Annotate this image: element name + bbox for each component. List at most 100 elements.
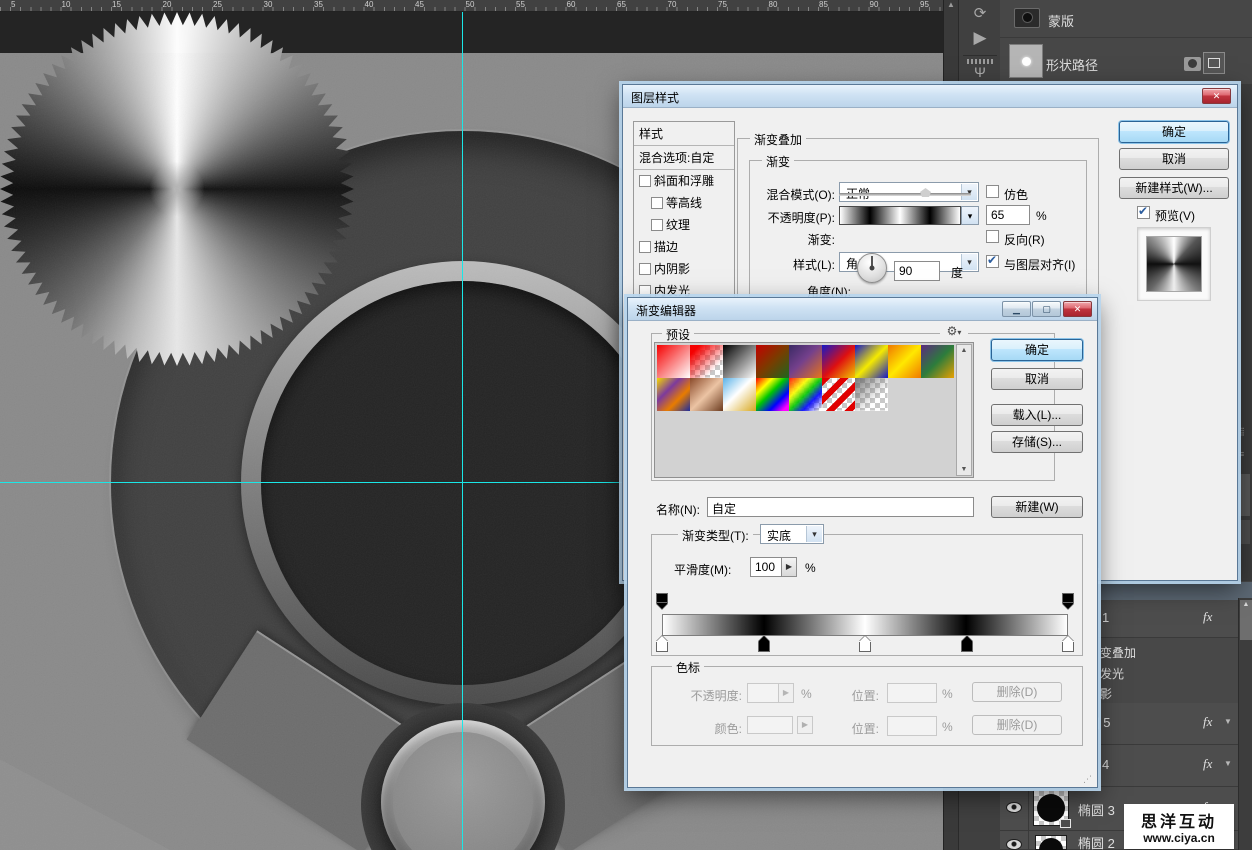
color-stop[interactable] <box>859 636 871 652</box>
gradient-preset-violet-orange[interactable] <box>789 345 822 378</box>
fx-badge[interactable]: fx <box>1203 714 1212 730</box>
reverse-checkbox[interactable] <box>986 230 999 243</box>
color-stop[interactable] <box>758 636 770 652</box>
menu-lines-icon[interactable]: ≡ <box>1239 450 1250 458</box>
scroll-up-icon[interactable]: ▲ <box>947 0 955 9</box>
history-panel-icon[interactable]: ⟳ <box>959 4 1001 22</box>
style-list-item[interactable]: 混合选项:自定 <box>634 146 734 170</box>
preview-checkbox[interactable] <box>1137 206 1150 219</box>
layer-thumbnail[interactable] <box>1033 790 1069 826</box>
brush-presets-icon[interactable]: Ψ <box>959 64 1001 80</box>
dots-grid-icon[interactable]: ⣿ <box>1239 428 1250 436</box>
gradient-preset-orange-yellow-orange[interactable] <box>888 345 921 378</box>
gear-icon[interactable]: ⚙▾ <box>940 323 968 339</box>
shape-path-thumbnail[interactable] <box>1009 44 1043 78</box>
ruler-number: 60 <box>567 0 576 9</box>
fx-badge[interactable]: fx <box>1203 756 1212 772</box>
save-button[interactable]: 存储(S)... <box>991 431 1083 453</box>
ruler-number: 90 <box>870 0 879 9</box>
new-button[interactable]: 新建(W) <box>991 496 1083 518</box>
resize-grip-icon[interactable]: ⋰ <box>1083 774 1093 785</box>
gradient-preset-chrome[interactable] <box>723 378 756 411</box>
gradient-preset-yellow-violet-orange-blue[interactable] <box>657 378 690 411</box>
add-pixel-mask-icon[interactable] <box>1184 57 1201 71</box>
edge-scroll-thumb[interactable] <box>1239 474 1250 516</box>
gradient-preset-red-white[interactable] <box>657 345 690 378</box>
gradient-preset-red-transparent[interactable] <box>690 345 723 378</box>
color-stop[interactable] <box>1062 636 1074 652</box>
masks-panel-tab[interactable]: 蒙版 <box>1048 11 1074 30</box>
ok-button[interactable]: 确定 <box>1119 121 1229 143</box>
opacity-stop[interactable] <box>656 593 668 609</box>
smoothness-label: 平滑度(M): <box>674 561 731 578</box>
gradient-preset-transparent-rainbow[interactable] <box>789 378 822 411</box>
load-button[interactable]: 载入(L)... <box>991 404 1083 426</box>
effect-item[interactable]: 影 <box>1100 685 1112 702</box>
collapse-effects-icon[interactable]: ▼ <box>1224 717 1232 726</box>
stop-opacity-stepper-icon: ▶ <box>779 683 794 703</box>
actions-play-icon[interactable]: ▶ <box>959 28 1001 48</box>
opacity-slider-track[interactable] <box>839 193 971 196</box>
style-list-item[interactable]: 样式 <box>634 122 734 146</box>
gradient-preset-transparent-stripes[interactable] <box>822 378 855 411</box>
align-label: 与图层对齐(I) <box>1004 256 1075 273</box>
name-input[interactable]: 自定 <box>707 497 974 517</box>
visibility-eye-icon[interactable] <box>1006 802 1022 813</box>
blend-mode-select[interactable]: 正常 <box>839 182 979 202</box>
effect-item[interactable]: 发光 <box>1100 665 1124 682</box>
presets-scrollbar[interactable]: ▲ ▼ <box>956 344 972 476</box>
color-stop[interactable] <box>961 636 973 652</box>
cancel-button[interactable]: 取消 <box>991 368 1083 390</box>
gradient-preset-blue-red-yellow[interactable] <box>822 345 855 378</box>
vertical-guide[interactable] <box>462 12 463 850</box>
angle-input[interactable]: 90 <box>894 261 940 281</box>
gradient-swatch[interactable] <box>839 206 961 225</box>
cancel-button[interactable]: 取消 <box>1119 148 1229 170</box>
style-preview-thumbnail <box>1146 236 1202 292</box>
watermark-line2: www.ciya.cn <box>1126 831 1232 845</box>
ok-button[interactable]: 确定 <box>991 339 1083 361</box>
opacity-stop[interactable] <box>1062 593 1074 609</box>
dialog-titlebar[interactable]: 图层样式 <box>623 85 1237 108</box>
smoothness-input[interactable]: 100 <box>750 557 782 577</box>
maximize-icon[interactable]: ▢ <box>1032 301 1061 317</box>
close-icon[interactable]: ✕ <box>1063 301 1092 317</box>
location-label: 位置: <box>812 687 879 704</box>
gradient-preset-black-white[interactable] <box>723 345 756 378</box>
gradient-preset-purple-green-gold[interactable] <box>921 345 954 378</box>
smoothness-stepper-icon[interactable]: ▶ <box>782 557 797 577</box>
layers-scrollbar[interactable]: ▲ <box>1238 598 1252 850</box>
gradient-dropdown-icon[interactable]: ▾ <box>961 206 979 225</box>
gradient-preset-copper[interactable] <box>690 378 723 411</box>
visibility-eye-icon[interactable] <box>1006 839 1022 850</box>
effect-item[interactable]: 变叠加 <box>1100 644 1136 661</box>
color-stop[interactable] <box>656 636 668 652</box>
gradient-preset-spectrum[interactable] <box>756 378 789 411</box>
panel-divider <box>1000 37 1252 38</box>
gradient-preset-neutral-density[interactable] <box>855 378 888 411</box>
layer-thumbnail[interactable] <box>1035 835 1067 850</box>
fx-badge[interactable]: fx <box>1203 609 1212 625</box>
new-style-button[interactable]: 新建样式(W)... <box>1119 177 1229 199</box>
layers-scrollbar-thumb[interactable]: ▲ <box>1240 600 1252 640</box>
add-vector-mask-icon[interactable] <box>1203 52 1225 74</box>
layer-name: 椭圆 3 <box>1078 800 1115 819</box>
gradient-bar[interactable] <box>662 614 1068 636</box>
collapse-effects-icon[interactable]: ▼ <box>1224 759 1232 768</box>
style-list-item[interactable]: 等高线 <box>634 192 734 214</box>
style-list-item[interactable]: 描边 <box>634 236 734 258</box>
scroll-up-icon[interactable]: ▲ <box>957 347 971 354</box>
gradient-type-select[interactable]: 实底 <box>760 524 824 544</box>
align-checkbox[interactable] <box>986 255 999 268</box>
dither-checkbox[interactable] <box>986 185 999 198</box>
minimize-icon[interactable]: ▁ <box>1002 301 1031 317</box>
style-list-item[interactable]: 斜面和浮雕 <box>634 170 734 192</box>
close-icon[interactable]: ✕ <box>1202 88 1231 104</box>
opacity-input[interactable]: 65 <box>986 205 1030 225</box>
style-list-item[interactable]: 纹理 <box>634 214 734 236</box>
style-list-item[interactable]: 内阴影 <box>634 258 734 280</box>
gradient-preset-blue-yellow-blue[interactable] <box>855 345 888 378</box>
gradient-preset-red-green[interactable] <box>756 345 789 378</box>
angle-dial[interactable] <box>857 253 887 283</box>
scroll-down-icon[interactable]: ▼ <box>957 466 971 473</box>
